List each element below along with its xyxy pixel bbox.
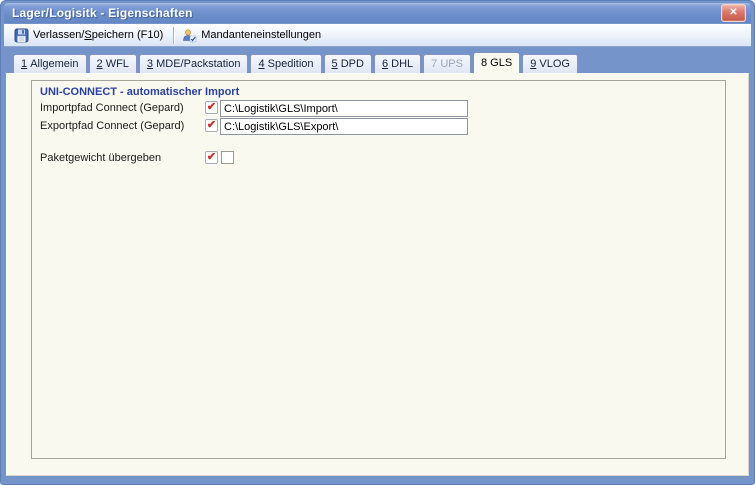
tab-gls[interactable]: 8 GLS — [473, 52, 520, 73]
paketgewicht-label: Paketgewicht übergeben — [40, 152, 161, 164]
red-check-icon: ✔ — [207, 119, 216, 131]
importpfad-flag-checkbox[interactable]: ✔ — [205, 101, 218, 114]
tab-ups: 7 UPS — [423, 54, 471, 73]
tab-spedition[interactable]: 4 Spedition — [250, 54, 321, 73]
tab-dpd[interactable]: 5 DPD — [324, 54, 372, 73]
client-settings-label: Mandanteneinstellungen — [201, 29, 321, 41]
tab-allgemein[interactable]: 1 Allgemein — [13, 54, 87, 73]
save-floppy-icon — [14, 28, 29, 43]
toolbar: Verlassen/Speichern (F10) Mandanteneinst… — [4, 24, 751, 47]
client-settings-button[interactable]: Mandanteneinstellungen — [177, 26, 328, 45]
save-exit-label: Verlassen/Speichern (F10) — [33, 29, 163, 41]
red-check-icon: ✔ — [207, 151, 216, 163]
tab-wfl[interactable]: 2 WFL — [89, 54, 137, 73]
tab-vlog[interactable]: 9 VLOG — [522, 54, 578, 73]
toolbar-separator — [173, 27, 174, 44]
tab-mde-packstation[interactable]: 3 MDE/Packstation — [139, 54, 249, 73]
save-exit-button[interactable]: Verlassen/Speichern (F10) — [9, 26, 170, 45]
red-check-icon: ✔ — [207, 101, 216, 113]
window-title: Lager/Logisitk - Eigenschaften — [12, 6, 721, 20]
paketgewicht-flag-checkbox[interactable]: ✔ — [205, 151, 218, 164]
exportpfad-flag-checkbox[interactable]: ✔ — [205, 119, 218, 132]
dialog-window: Lager/Logisitk - Eigenschaften ✕ Verlass… — [0, 0, 755, 485]
uni-connect-groupbox: UNI-CONNECT - automatischer Import Impor… — [31, 80, 726, 459]
close-button[interactable]: ✕ — [721, 4, 746, 22]
tab-strip: 1 Allgemein 2 WFL 3 MDE/Packstation 4 Sp… — [4, 48, 751, 73]
importpfad-label: Importpfad Connect (Gepard) — [40, 102, 184, 114]
tab-dhl[interactable]: 6 DHL — [374, 54, 421, 73]
close-icon: ✕ — [729, 7, 737, 18]
title-bar: Lager/Logisitk - Eigenschaften ✕ — [4, 3, 751, 23]
user-check-icon — [182, 28, 197, 43]
paketgewicht-checkbox[interactable] — [221, 151, 234, 164]
exportpfad-label: Exportpfad Connect (Gepard) — [40, 120, 184, 132]
importpfad-input[interactable] — [220, 100, 468, 117]
exportpfad-input[interactable] — [220, 118, 468, 135]
tab-page-gls: UNI-CONNECT - automatischer Import Impor… — [6, 73, 749, 476]
groupbox-heading: UNI-CONNECT - automatischer Import — [40, 86, 239, 98]
